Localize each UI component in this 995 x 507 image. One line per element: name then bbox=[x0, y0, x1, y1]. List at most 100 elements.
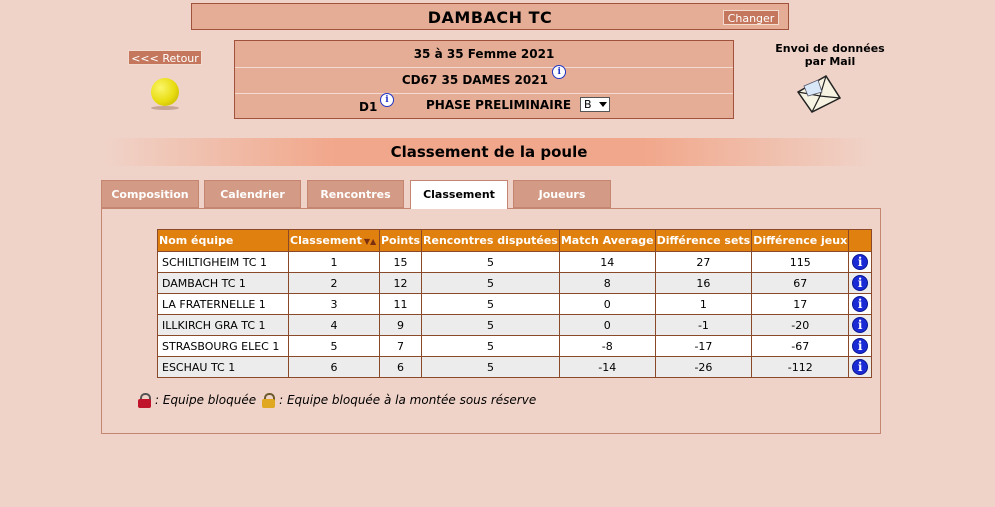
table-header-row: Nom équipe Classement ▼▲ Points Rencontre… bbox=[157, 229, 873, 252]
cell-games-diff: 115 bbox=[751, 251, 850, 273]
section-title: Classement de la poule bbox=[390, 143, 588, 161]
tab-joueurs[interactable]: Joueurs bbox=[513, 180, 611, 208]
col-header-rank[interactable]: Classement ▼▲ bbox=[288, 229, 380, 252]
mail-label-line2: par Mail bbox=[804, 55, 856, 68]
legend-blocked-promotion: : Equipe bloquée à la montée sous réserv… bbox=[279, 393, 537, 407]
team-info-icon[interactable]: i bbox=[852, 359, 869, 375]
tab-rencontres[interactable]: Rencontres bbox=[307, 180, 404, 208]
cell-team: DAMBACH TC 1 bbox=[157, 272, 289, 294]
team-info-icon[interactable]: i bbox=[852, 338, 869, 354]
col-header-label: Match Average bbox=[560, 234, 654, 247]
col-header-matches[interactable]: Rencontres disputées bbox=[421, 229, 560, 252]
team-info-icon[interactable]: i bbox=[852, 254, 869, 270]
cell-match-average: 8 bbox=[558, 272, 656, 294]
section-title-bar: Classement de la poule bbox=[104, 138, 874, 166]
ranking-table: Nom équipe Classement ▼▲ Points Rencontre… bbox=[157, 229, 873, 378]
group-select-value: B bbox=[584, 98, 592, 111]
sort-arrows-icon[interactable]: ▼▲ bbox=[364, 237, 376, 246]
club-header-bar: DAMBACH TC Changer bbox=[191, 3, 789, 30]
cell-info: i bbox=[848, 272, 873, 294]
cell-sets-diff: -17 bbox=[654, 335, 753, 357]
legend: : Equipe bloquée : Equipe bloquée à la m… bbox=[138, 393, 537, 408]
competition-category: 35 à 35 Femme 2021 bbox=[235, 41, 733, 68]
cell-games-diff: -20 bbox=[751, 314, 850, 336]
cell-games-diff: 17 bbox=[751, 293, 850, 315]
envelope-icon[interactable] bbox=[796, 72, 842, 114]
group-select[interactable]: B bbox=[580, 97, 610, 112]
tennis-ball-icon bbox=[151, 78, 179, 106]
cell-info: i bbox=[848, 293, 873, 315]
col-header-info bbox=[848, 229, 873, 252]
cell-points: 15 bbox=[378, 251, 423, 273]
competition-name-row: CD67 35 DAMES 2021 i bbox=[235, 65, 733, 94]
cell-points: 6 bbox=[378, 356, 423, 378]
change-club-button[interactable]: Changer bbox=[723, 10, 779, 25]
back-button[interactable]: <<< Retour bbox=[128, 50, 202, 65]
lock-gold-icon bbox=[262, 393, 276, 408]
cell-matches: 5 bbox=[421, 335, 560, 357]
cell-match-average: 14 bbox=[558, 251, 656, 273]
col-header-label: Différence sets bbox=[656, 234, 751, 247]
cell-info: i bbox=[848, 251, 873, 273]
tab-calendrier[interactable]: Calendrier bbox=[204, 180, 301, 208]
division-info-icon[interactable]: i bbox=[380, 93, 394, 107]
cell-points: 7 bbox=[378, 335, 423, 357]
col-header-team[interactable]: Nom équipe bbox=[157, 229, 289, 252]
cell-matches: 5 bbox=[421, 251, 560, 273]
competition-name: CD67 35 DAMES 2021 bbox=[401, 73, 548, 87]
cell-team: ESCHAU TC 1 bbox=[157, 356, 289, 378]
cell-games-diff: -67 bbox=[751, 335, 850, 357]
col-header-sets-diff[interactable]: Différence sets bbox=[654, 229, 753, 252]
table-row: SCHILTIGHEIM TC 1 1 15 5 14 27 115 i bbox=[157, 251, 873, 273]
col-header-points[interactable]: Points bbox=[378, 229, 423, 252]
team-info-icon[interactable]: i bbox=[852, 275, 869, 291]
cell-games-diff: 67 bbox=[751, 272, 850, 294]
cell-info: i bbox=[848, 314, 873, 336]
cell-sets-diff: -1 bbox=[654, 314, 753, 336]
cell-match-average: -14 bbox=[558, 356, 656, 378]
team-info-icon[interactable]: i bbox=[852, 296, 869, 312]
cell-points: 9 bbox=[378, 314, 423, 336]
cell-team: LA FRATERNELLE 1 bbox=[157, 293, 289, 315]
cell-sets-diff: 16 bbox=[654, 272, 753, 294]
cell-sets-diff: -26 bbox=[654, 356, 753, 378]
phase-label: PHASE PRELIMINAIRE bbox=[426, 98, 572, 112]
col-header-label: Points bbox=[381, 234, 421, 247]
mail-label-line1: Envoi de données bbox=[775, 42, 885, 55]
col-header-games-diff[interactable]: Différence jeux bbox=[751, 229, 850, 252]
lock-red-icon bbox=[138, 393, 151, 408]
tab-composition[interactable]: Composition bbox=[101, 180, 199, 208]
col-header-match-average[interactable]: Match Average bbox=[558, 229, 656, 252]
cell-points: 12 bbox=[378, 272, 423, 294]
cell-rank: 1 bbox=[288, 251, 380, 273]
cell-games-diff: -112 bbox=[751, 356, 850, 378]
col-header-label: Classement bbox=[290, 234, 362, 247]
cell-rank: 4 bbox=[288, 314, 380, 336]
cell-rank: 5 bbox=[288, 335, 380, 357]
team-info-icon[interactable]: i bbox=[852, 317, 869, 333]
table-row: ESCHAU TC 1 6 6 5 -14 -26 -112 i bbox=[157, 356, 873, 378]
division-label: D1 bbox=[359, 100, 378, 114]
cell-match-average: -8 bbox=[558, 335, 656, 357]
cell-info: i bbox=[848, 356, 873, 378]
cell-team: STRASBOURG ELEC 1 bbox=[157, 335, 289, 357]
cell-points: 11 bbox=[378, 293, 423, 315]
legend-blocked: : Equipe bloquée bbox=[155, 393, 257, 407]
chevron-down-icon bbox=[599, 102, 607, 107]
table-row: ILLKIRCH GRA TC 1 4 9 5 0 -1 -20 i bbox=[157, 314, 873, 336]
table-row: STRASBOURG ELEC 1 5 7 5 -8 -17 -67 i bbox=[157, 335, 873, 357]
cell-sets-diff: 27 bbox=[654, 251, 753, 273]
tab-classement[interactable]: Classement bbox=[410, 180, 508, 209]
cell-rank: 3 bbox=[288, 293, 380, 315]
table-row: DAMBACH TC 1 2 12 5 8 16 67 i bbox=[157, 272, 873, 294]
col-header-label: Différence jeux bbox=[753, 234, 848, 247]
club-title: DAMBACH TC bbox=[427, 8, 553, 27]
col-header-label: Nom équipe bbox=[159, 234, 234, 247]
cell-sets-diff: 1 bbox=[654, 293, 753, 315]
cell-matches: 5 bbox=[421, 356, 560, 378]
cell-matches: 5 bbox=[421, 314, 560, 336]
cell-team: SCHILTIGHEIM TC 1 bbox=[157, 251, 289, 273]
cell-info: i bbox=[848, 335, 873, 357]
competition-info-icon[interactable]: i bbox=[552, 65, 567, 79]
tennis-ball-shadow bbox=[151, 106, 179, 110]
